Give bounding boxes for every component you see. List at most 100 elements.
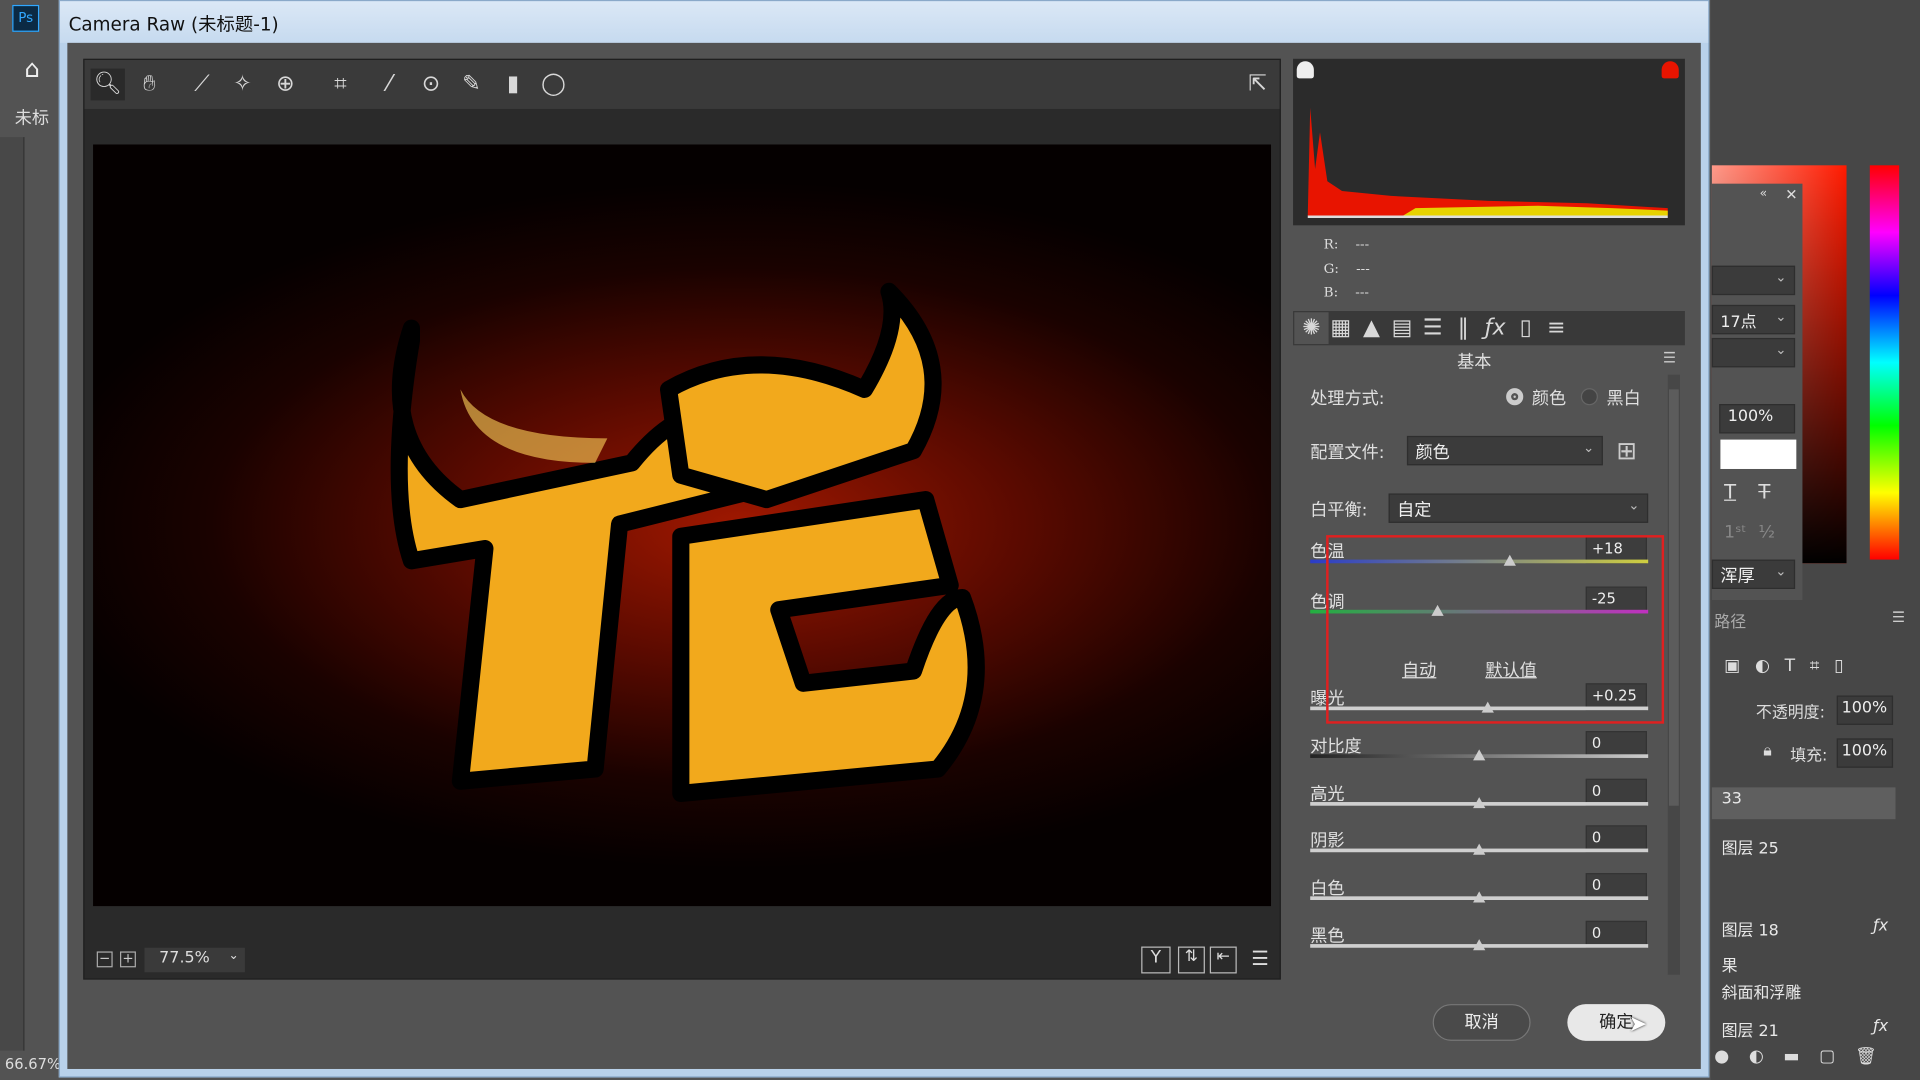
layer-filter-icons[interactable]: ▣◐T⌗▯ [1724, 656, 1858, 676]
paths-tab[interactable]: 路径 [1714, 609, 1746, 631]
rgb-readout: R: --- G: --- B: --- [1324, 233, 1370, 305]
profile-browser-icon[interactable]: ⊞ [1616, 436, 1637, 465]
white-balance-select[interactable]: 自定 ⌄ [1388, 493, 1649, 523]
white-balance-label: 白平衡: [1310, 500, 1368, 521]
profile-select[interactable]: 颜色 ⌄ [1406, 435, 1603, 466]
slider-thumb[interactable] [1473, 891, 1486, 903]
zoom-level-select[interactable]: 77.5% ⌄ [144, 947, 245, 973]
panel-scrollbar[interactable] [1667, 374, 1681, 975]
tool-bar [84, 60, 1280, 109]
treatment-color-radio[interactable] [1506, 388, 1524, 406]
panel-menu-icon[interactable]: ☰ [1663, 349, 1676, 366]
underline-icon[interactable]: T [1724, 480, 1736, 503]
layer-row[interactable]: 果 [1712, 950, 1896, 978]
chevron-down-icon: ⌄ [1582, 439, 1595, 456]
white-balance-value: 自定 [1397, 500, 1432, 521]
layer-name: 图层 18 [1721, 922, 1779, 941]
slider-thumb[interactable] [1473, 939, 1486, 951]
presets-tab-icon[interactable]: ≡ [1539, 312, 1573, 344]
open-preferences-icon[interactable]: ⇱ [1240, 69, 1274, 101]
histogram [1293, 58, 1685, 226]
profile-label: 配置文件: [1310, 443, 1385, 463]
layer-row[interactable]: 图层 21 ƒx [1712, 1015, 1896, 1043]
opacity-input[interactable]: 100% [1836, 695, 1894, 725]
color-sampler-icon[interactable]: ✧ [225, 69, 259, 101]
zoom-icon[interactable]: 🔍︎ [90, 68, 125, 101]
shadow-clipping-icon[interactable] [1296, 61, 1314, 79]
layer-row[interactable] [1712, 877, 1896, 882]
detail-tab-icon[interactable]: ▲ [1354, 312, 1388, 344]
preview-image [93, 144, 1272, 907]
strikethrough-icon[interactable]: T [1758, 480, 1770, 503]
document-tab[interactable]: 未标 [15, 105, 49, 129]
slider-thumb[interactable] [1473, 749, 1486, 761]
zoom-out-button[interactable]: − [96, 951, 113, 968]
anti-alias-select[interactable]: 浑厚 ⌄ [1711, 559, 1796, 589]
home-icon[interactable]: ⌂ [24, 54, 53, 83]
layer-row[interactable]: 斜面和浮雕 [1712, 977, 1896, 1005]
slider-thumb[interactable] [1473, 796, 1486, 808]
target-adjust-icon[interactable]: ⊕ [268, 69, 302, 101]
layer-row[interactable]: 33 [1711, 787, 1896, 820]
layer-row[interactable]: 图层 25 [1712, 833, 1896, 861]
split-toning-tab-icon[interactable]: ☰ [1416, 312, 1450, 344]
transform-icon[interactable]: ⌗ [323, 69, 357, 101]
camera-calibration-tab-icon[interactable]: ▯ [1509, 312, 1543, 344]
chevron-down-icon: ⌄ [228, 948, 239, 963]
ordinal-icon[interactable]: 1ˢᵗ [1724, 523, 1746, 543]
highlight-clipping-icon[interactable] [1661, 61, 1679, 79]
cancel-button[interactable]: 取消 [1432, 1004, 1531, 1041]
tone-curve-tab-icon[interactable]: ▦ [1324, 312, 1358, 344]
zoom-in-button[interactable]: + [120, 951, 136, 968]
panel-title: 基本 [1457, 352, 1492, 373]
layer-name: 果 [1721, 957, 1738, 976]
dialog-title-bar[interactable] [60, 1, 1709, 43]
font-size-select[interactable]: 17点 ⌄ [1711, 304, 1796, 335]
white-balance-icon[interactable]: ⟋ [185, 69, 219, 101]
fill-label: 填充: [1790, 746, 1828, 766]
rgb-r: R: --- [1323, 236, 1370, 253]
close-panel-icon[interactable]: ✕ [1785, 186, 1797, 203]
fx-tab-icon[interactable]: ƒx [1478, 312, 1512, 344]
scale-input[interactable]: 100% [1719, 404, 1796, 434]
hsl-tab-icon[interactable]: ▤ [1385, 312, 1419, 344]
screen: Ps ⌂ 未标 66.67% Camera Raw (未标题-1) 🔍︎ ✋︎ … [0, 0, 1920, 1080]
layer-row[interactable]: 图层 18 ƒx [1712, 915, 1896, 943]
chevron-down-icon: ⌄ [1628, 497, 1640, 514]
graduated-filter-icon[interactable]: ▮ [496, 69, 530, 101]
slider-thumb[interactable] [1473, 844, 1486, 856]
treatment-label: 处理方式: [1310, 389, 1385, 409]
collapse-icon[interactable]: « [1760, 187, 1768, 200]
layer-name: 图层 21 [1721, 1022, 1779, 1041]
settings-icon[interactable]: ☰ [1247, 947, 1274, 974]
font-family-select[interactable]: ⌄ [1711, 265, 1796, 296]
lock-icon[interactable]: 🔒︎ [1763, 742, 1771, 760]
text-color-swatch[interactable] [1720, 439, 1797, 469]
mouse-cursor-icon: ➤ [1628, 1011, 1648, 1038]
dialog-title: Camera Raw (未标题-1) [68, 13, 279, 36]
hue-slider[interactable] [1869, 165, 1900, 560]
copy-icon[interactable]: ⇤ [1209, 946, 1237, 974]
scrollbar-thumb[interactable] [1668, 389, 1679, 806]
fx-icon: ƒx [1873, 1017, 1889, 1036]
leading-select[interactable]: ⌄ [1711, 337, 1796, 368]
fx-icon: ƒx [1873, 917, 1889, 936]
zoom-status: 66.67% [4, 1055, 61, 1073]
swap-icon[interactable]: ⇅ [1177, 946, 1205, 974]
adjustment-brush-icon[interactable]: ✎ [454, 69, 488, 101]
hand-icon[interactable]: ✋︎ [132, 69, 166, 101]
treatment-bw-radio[interactable] [1580, 388, 1598, 406]
lens-tab-icon[interactable]: ‖ [1446, 312, 1480, 344]
before-after-y-button[interactable]: Y [1141, 946, 1171, 974]
layer-name: 斜面和浮雕 [1721, 984, 1802, 1003]
vertical-ruler [0, 137, 25, 1051]
spot-removal-icon[interactable]: ⁄ [372, 69, 406, 101]
layers-footer-icons[interactable]: ●◐▬▢🗑︎ [1714, 1047, 1896, 1067]
fraction-icon[interactable]: ½ [1758, 523, 1775, 543]
ok-button[interactable]: 确定 [1567, 1004, 1666, 1041]
layers-panel-menu-icon[interactable]: ☰ [1892, 609, 1905, 626]
fill-input[interactable]: 100% [1836, 738, 1894, 768]
radial-filter-icon[interactable]: ◯ [536, 69, 570, 101]
treatment-bw-label: 黑白 [1606, 389, 1641, 409]
red-eye-icon[interactable]: ⊙ [414, 69, 448, 101]
